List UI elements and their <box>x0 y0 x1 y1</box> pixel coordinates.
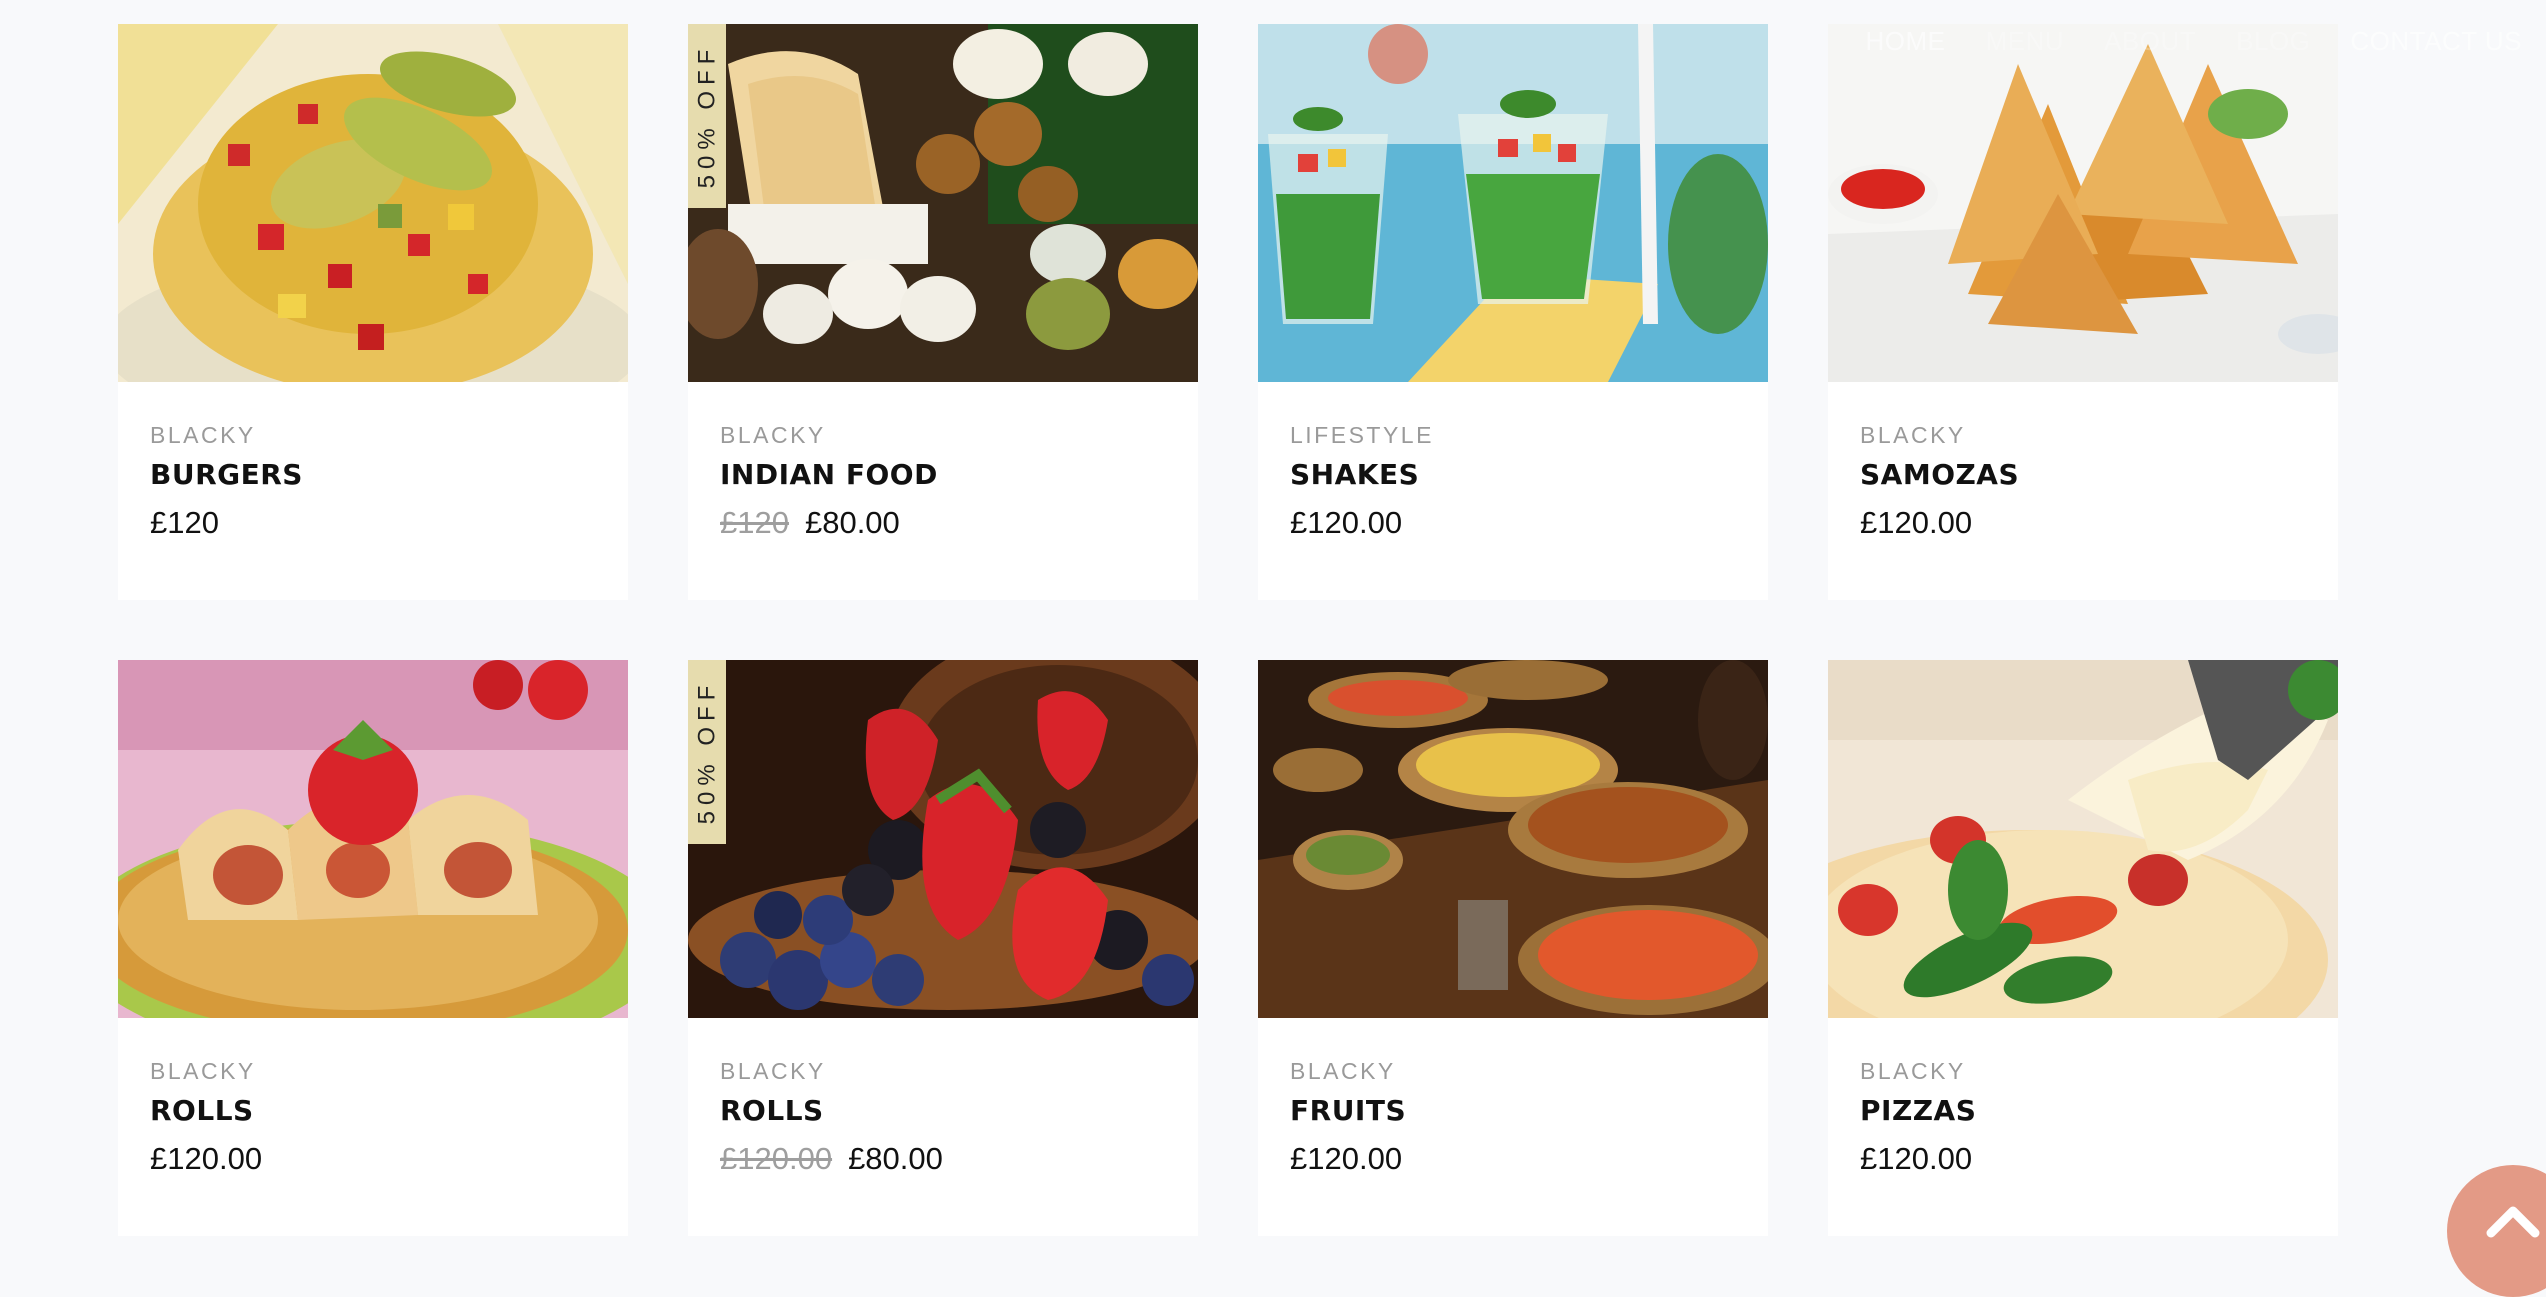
product-image[interactable] <box>118 24 628 382</box>
product-card[interactable]: LIFESTYLE SHAKES £120.00 <box>1258 24 1768 600</box>
product-title[interactable]: BURGERS <box>150 461 596 489</box>
product-title[interactable]: ROLLS <box>150 1097 596 1125</box>
product-grid: BLACKY BURGERS £120 50% OFF BLACKY INDIA… <box>118 24 2338 1236</box>
product-card[interactable]: BLACKY SAMOZAS £120.00 <box>1828 24 2338 600</box>
product-title[interactable]: ROLLS <box>720 1097 1166 1125</box>
product-current-price: £120.00 <box>1860 1141 1973 1176</box>
product-current-price: £80.00 <box>848 1141 943 1176</box>
product-card[interactable]: BLACKY PIZZAS £120.00 <box>1828 660 2338 1236</box>
product-title[interactable]: FRUITS <box>1290 1097 1736 1125</box>
back-to-top-button[interactable] <box>2447 1165 2546 1297</box>
product-category: BLACKY <box>720 1058 826 1084</box>
product-current-price: £120.00 <box>1860 505 1973 540</box>
product-old-price: £120 <box>720 505 789 540</box>
nav-about-link[interactable]: ABOUT <box>2104 26 2196 57</box>
product-card[interactable]: BLACKY BURGERS £120 <box>118 24 628 600</box>
product-image[interactable]: 50% OFF <box>688 24 1198 382</box>
product-category: LIFESTYLE <box>1290 422 1434 448</box>
product-price: £120.00 <box>1290 507 1736 538</box>
product-title[interactable]: SAMOZAS <box>1860 461 2306 489</box>
product-current-price: £120.00 <box>150 1141 263 1176</box>
product-price: £120.00 <box>1860 507 2306 538</box>
product-category: BLACKY <box>720 422 826 448</box>
product-card[interactable]: 50% OFF BLACKY ROLLS £120.00 £80.00 <box>688 660 1198 1236</box>
product-card[interactable]: BLACKY ROLLS £120.00 <box>118 660 628 1236</box>
product-price: £120 <box>150 507 596 538</box>
product-image[interactable]: 50% OFF <box>688 660 1198 1018</box>
chevron-up-icon <box>2486 1206 2540 1238</box>
product-title[interactable]: SHAKES <box>1290 461 1736 489</box>
product-image[interactable] <box>118 660 628 1018</box>
product-image[interactable] <box>1258 660 1768 1018</box>
product-card[interactable]: BLACKY FRUITS £120.00 <box>1258 660 1768 1236</box>
product-price: £120.00 £80.00 <box>720 1143 1166 1174</box>
product-old-price: £120.00 <box>720 1141 833 1176</box>
product-image[interactable] <box>1828 660 2338 1018</box>
nav-home-link[interactable]: HOME <box>1866 26 1946 57</box>
nav-blog-link[interactable]: BLOG <box>2236 26 2310 57</box>
product-category: BLACKY <box>150 422 256 448</box>
product-card[interactable]: 50% OFF BLACKY INDIAN FOOD £120 £80.00 <box>688 24 1198 600</box>
product-image[interactable] <box>1828 24 2338 382</box>
product-category: BLACKY <box>150 1058 256 1084</box>
product-price: £120.00 <box>150 1143 596 1174</box>
product-current-price: £80.00 <box>804 505 900 540</box>
sale-ribbon: 50% OFF <box>688 660 726 844</box>
product-category: BLACKY <box>1860 422 1966 448</box>
sale-ribbon-label: 50% OFF <box>693 679 721 825</box>
top-navigation: HOME MENU ABOUT BLOG CONTACT US <box>1866 26 2523 57</box>
product-image[interactable] <box>1258 24 1768 382</box>
product-price: £120 £80.00 <box>720 507 1166 538</box>
product-price: £120.00 <box>1290 1143 1736 1174</box>
sale-ribbon-label: 50% OFF <box>693 43 721 189</box>
product-category: BLACKY <box>1860 1058 1966 1084</box>
product-current-price: £120 <box>150 505 219 540</box>
nav-contact-link[interactable]: CONTACT US <box>2350 26 2522 57</box>
nav-menu-link[interactable]: MENU <box>1986 26 2065 57</box>
product-current-price: £120.00 <box>1290 1141 1403 1176</box>
sale-ribbon: 50% OFF <box>688 24 726 208</box>
product-category: BLACKY <box>1290 1058 1396 1084</box>
product-price: £120.00 <box>1860 1143 2306 1174</box>
product-title[interactable]: INDIAN FOOD <box>720 461 1166 489</box>
product-title[interactable]: PIZZAS <box>1860 1097 2306 1125</box>
product-current-price: £120.00 <box>1290 505 1403 540</box>
